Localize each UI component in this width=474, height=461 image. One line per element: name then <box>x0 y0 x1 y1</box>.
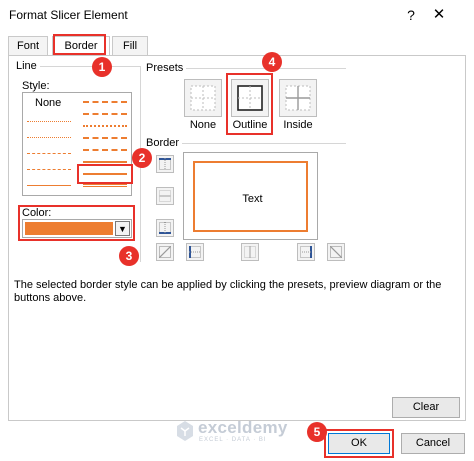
line-group-label: Line <box>16 60 40 72</box>
border-top-icon <box>159 158 171 170</box>
callout-4: 4 <box>262 52 282 72</box>
border-bottom-icon <box>159 222 171 234</box>
help-button[interactable]: ? <box>400 4 422 26</box>
line-style-option[interactable] <box>27 137 71 138</box>
preview-border: Text <box>193 161 308 232</box>
tab-font[interactable]: Font <box>8 36 48 55</box>
preview-text: Text <box>242 193 263 205</box>
description-text: The selected border style can be applied… <box>14 279 442 304</box>
callout-3: 3 <box>119 246 139 266</box>
border-diagonal-up-button[interactable] <box>156 243 174 261</box>
annotation-box-ok <box>324 429 394 458</box>
clear-button[interactable]: Clear <box>392 397 460 418</box>
line-style-option[interactable] <box>83 149 127 151</box>
tab-fill[interactable]: Fill <box>112 36 148 55</box>
diagonal-up-icon <box>159 246 171 258</box>
line-style-option[interactable] <box>83 125 127 127</box>
cancel-button[interactable]: Cancel <box>401 433 465 454</box>
border-left-icon <box>189 246 201 258</box>
annotation-box-outline-preset <box>226 73 273 135</box>
annotation-box-line-style <box>77 164 133 184</box>
watermark-logo-icon <box>177 421 193 441</box>
border-preview[interactable]: Text <box>183 152 318 240</box>
callout-2: 2 <box>132 148 152 168</box>
line-style-option[interactable] <box>83 137 127 139</box>
watermark-name: exceldemy <box>198 418 288 437</box>
border-bottom-button[interactable] <box>156 219 174 237</box>
border-right-icon <box>300 246 312 258</box>
line-style-option[interactable] <box>27 185 71 186</box>
border-diagonal-down-button[interactable] <box>327 243 345 261</box>
preset-inside-icon <box>285 85 311 111</box>
style-label: Style: <box>22 80 50 92</box>
border-left-button[interactable] <box>186 243 204 261</box>
line-style-none[interactable]: None <box>35 97 61 109</box>
line-style-option[interactable] <box>83 101 127 103</box>
callout-5: 5 <box>307 422 327 442</box>
line-style-option[interactable] <box>83 184 127 187</box>
dialog-title: Format Slicer Element <box>9 8 128 22</box>
border-group-label: Border <box>146 137 183 149</box>
presets-group-label: Presets <box>146 62 187 74</box>
line-style-option[interactable] <box>27 121 71 122</box>
line-style-option[interactable] <box>27 169 71 170</box>
annotation-box-color <box>18 205 135 241</box>
preset-none-icon <box>190 85 216 111</box>
preset-inside-button[interactable] <box>279 79 317 117</box>
border-right-button[interactable] <box>297 243 315 261</box>
watermark-tagline: EXCEL · DATA · BI <box>199 437 267 443</box>
line-style-option[interactable] <box>27 153 71 154</box>
title-bar: Format Slicer Element ? ✕ <box>0 0 474 30</box>
callout-1: 1 <box>92 57 112 77</box>
border-horizontal-button[interactable] <box>156 187 174 205</box>
line-style-option[interactable] <box>83 161 127 163</box>
diagonal-down-icon <box>330 246 342 258</box>
preset-inside-label: Inside <box>283 119 313 131</box>
close-button[interactable]: ✕ <box>428 4 450 26</box>
border-horizontal-icon <box>159 190 171 202</box>
annotation-box-border-tab <box>53 34 106 55</box>
preset-none-label: None <box>189 119 217 131</box>
border-divider <box>182 143 346 144</box>
border-top-button[interactable] <box>156 155 174 173</box>
border-vertical-icon <box>244 246 256 258</box>
line-style-option[interactable] <box>83 113 127 115</box>
preset-none-button[interactable] <box>184 79 222 117</box>
border-vertical-button[interactable] <box>241 243 259 261</box>
